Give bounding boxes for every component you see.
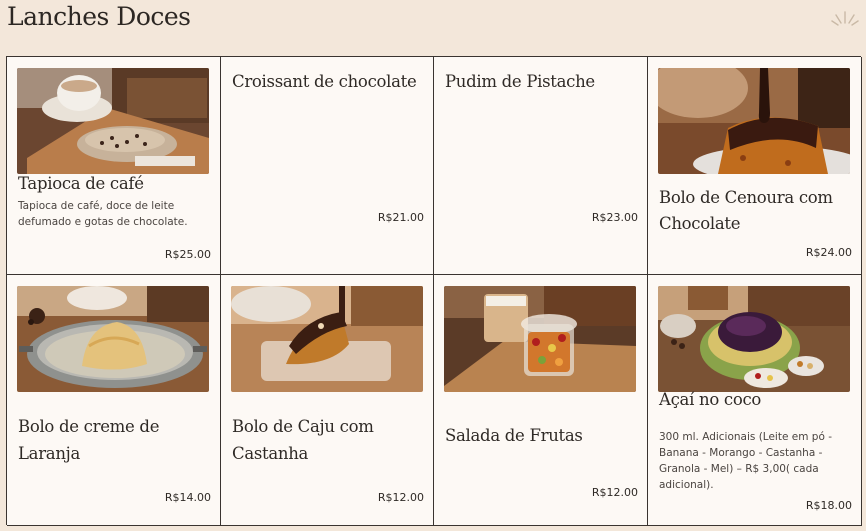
- product-name: Bolo de Cenoura com Chocolate: [659, 188, 833, 233]
- orange-cake-photo: [17, 286, 209, 392]
- fruit-salad-photo: [444, 286, 636, 392]
- product-name: Croissant de chocolate: [232, 72, 417, 91]
- tapioca-photo: [17, 68, 209, 174]
- product-name: Bolo de creme de Laranja: [18, 417, 160, 463]
- carrot-cake-photo: [658, 68, 850, 174]
- product-grid: Tapioca de café Tapioca de café, doce de…: [6, 56, 862, 526]
- product-description: Tapioca de café, doce de leite defumado …: [18, 200, 188, 228]
- product-card[interactable]: Açaí no coco 300 ml. Adicionais (Leite e…: [648, 275, 862, 526]
- product-card[interactable]: Croissant de chocolate R$21.00: [221, 57, 434, 275]
- product-price: R$21.00: [377, 211, 424, 224]
- product-price: R$23.00: [591, 211, 638, 224]
- product-price: R$12.00: [591, 486, 638, 499]
- product-name: Bolo de Caju com Castanha: [232, 417, 374, 463]
- product-price: R$12.00: [377, 491, 424, 504]
- product-card[interactable]: Bolo de Caju com Castanha R$12.00: [221, 275, 434, 526]
- sparkle-icon: [831, 11, 859, 26]
- product-price: R$25.00: [164, 248, 211, 261]
- product-card[interactable]: Bolo de creme de Laranja R$14.00: [7, 275, 221, 526]
- product-card[interactable]: Salada de Frutas R$12.00: [434, 275, 648, 526]
- product-name: Açaí no coco: [659, 390, 762, 409]
- cashew-cake-photo: [231, 286, 423, 392]
- product-description: 300 ml. Adicionais (Leite em pó - Banana…: [659, 431, 833, 491]
- product-price: R$14.00: [164, 491, 211, 504]
- product-card[interactable]: Tapioca de café Tapioca de café, doce de…: [7, 57, 221, 275]
- product-card[interactable]: Pudim de Pistache R$23.00: [434, 57, 648, 275]
- section-title: Lanches Doces: [7, 2, 191, 31]
- product-card[interactable]: Bolo de Cenoura com Chocolate R$24.00: [648, 57, 862, 275]
- product-price: R$18.00: [805, 499, 852, 512]
- acai-photo: [658, 286, 850, 392]
- product-name: Pudim de Pistache: [445, 72, 595, 91]
- product-price: R$24.00: [805, 246, 852, 259]
- product-name: Tapioca de café: [18, 174, 144, 193]
- product-name: Salada de Frutas: [445, 426, 583, 445]
